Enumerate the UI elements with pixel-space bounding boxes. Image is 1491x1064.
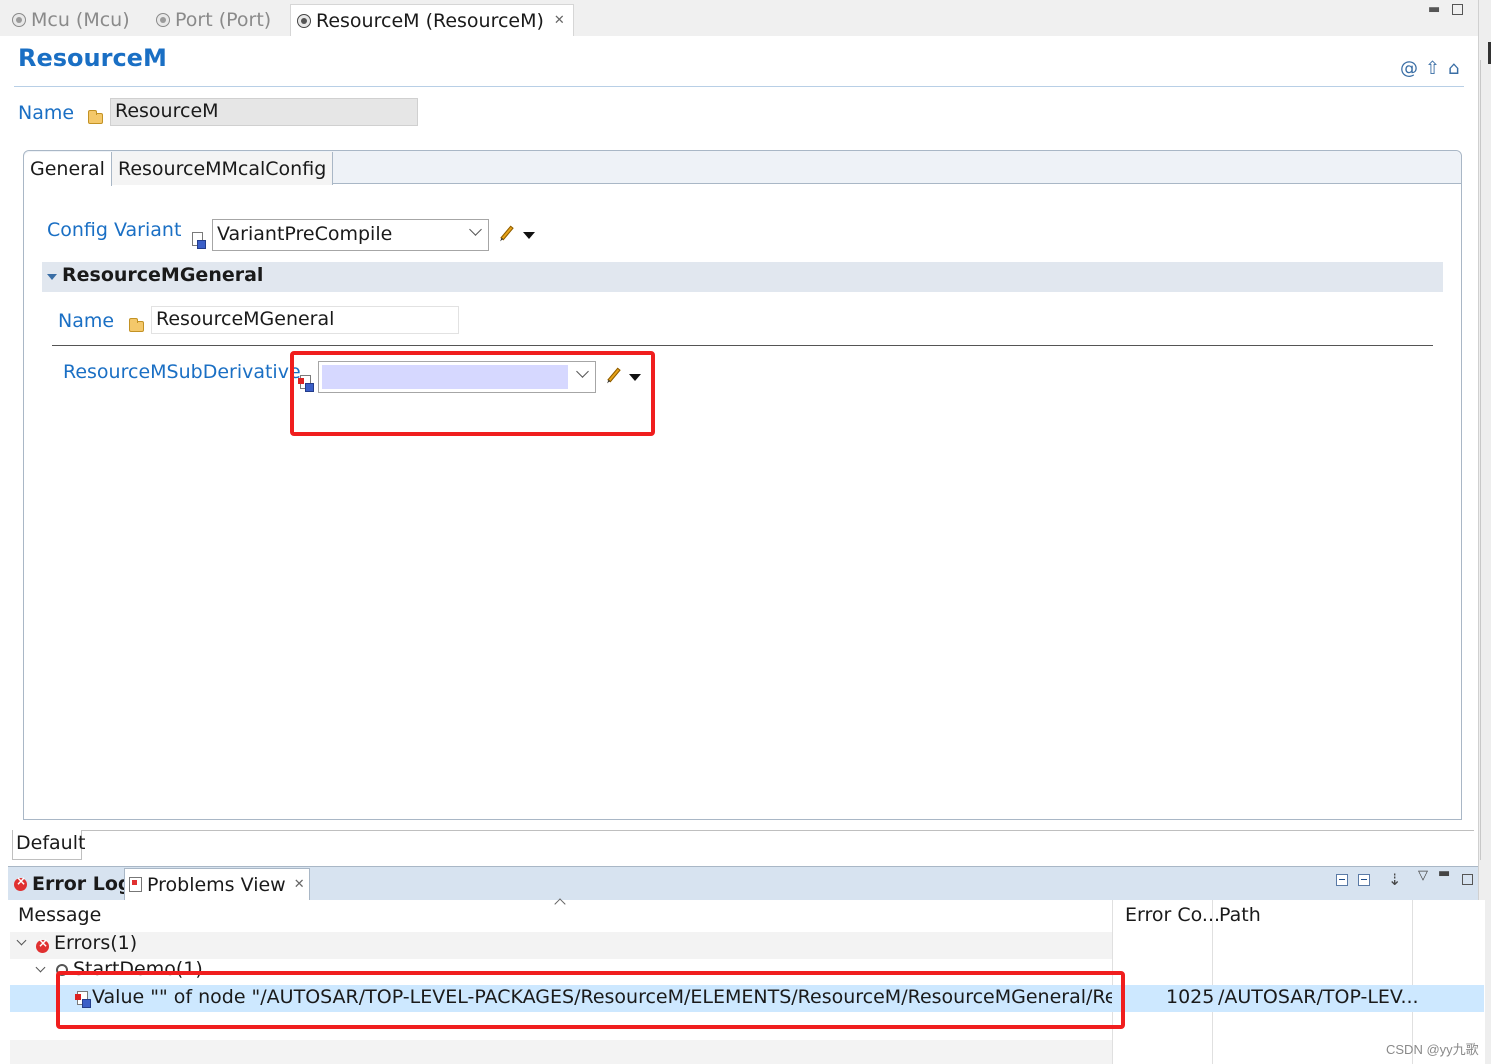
editor-tab-label: Mcu (Mcu)	[31, 9, 130, 31]
editor-tab-mcu[interactable]: Mcu (Mcu)	[12, 4, 130, 36]
config-module-icon	[297, 13, 311, 28]
folder-icon	[129, 318, 144, 332]
tree-item-errors[interactable]: Errors(1)	[54, 932, 137, 954]
view-menu-icon[interactable]: ⇣	[1388, 870, 1401, 889]
view-tab-problems[interactable]: Problems View ✕	[124, 868, 310, 900]
tab-resourcemmcalconfig[interactable]: ResourceMMcalConfig	[112, 152, 334, 185]
config-variant-value: VariantPreCompile	[217, 223, 393, 245]
dropdown-arrow-icon[interactable]	[523, 232, 535, 239]
home-icon[interactable]: ⌂	[1448, 58, 1459, 79]
page-tab-default[interactable]: Default	[12, 830, 85, 860]
maximize-icon[interactable]	[1452, 4, 1463, 15]
editor-tab-resourcem[interactable]: ResourceM (ResourceM) ✕	[290, 4, 574, 36]
editor-tab-port[interactable]: Port (Port)	[156, 4, 271, 36]
minimize-icon[interactable]: ▬	[1428, 2, 1440, 17]
folder-icon	[88, 110, 103, 124]
error-code: 1025	[1166, 986, 1215, 1008]
section-title: ResourceMGeneral	[62, 264, 264, 286]
name-label: Name	[18, 102, 75, 124]
column-header-path[interactable]: Path	[1219, 904, 1261, 926]
page-tab-divider	[82, 830, 1474, 831]
minimize-icon[interactable]: ▬	[1438, 866, 1450, 881]
error-icon	[36, 936, 49, 953]
subderivative-label: ResourceMSubDerivative	[63, 361, 301, 383]
table-row-stripe	[10, 1040, 1112, 1064]
parameter-icon	[192, 232, 206, 249]
view-tab-label: Error Log	[32, 873, 132, 895]
at-sign-icon[interactable]: @	[1400, 58, 1418, 79]
close-icon[interactable]: ✕	[294, 877, 305, 892]
view-tab-error-log[interactable]: Error Log	[10, 868, 136, 900]
chevron-down-icon[interactable]: ▽	[1418, 868, 1428, 883]
header-divider	[14, 86, 1464, 87]
highlight-box	[56, 971, 1125, 1029]
collapse-triangle-icon[interactable]	[47, 274, 57, 280]
section-name-field[interactable]: ResourceMGeneral	[151, 306, 459, 334]
expand-all-icon[interactable]	[1336, 874, 1348, 886]
table-row-stripe	[10, 932, 1112, 959]
config-variant-combo[interactable]: VariantPreCompile	[212, 219, 489, 251]
name-field[interactable]: ResourceM	[110, 98, 418, 126]
section-divider	[52, 345, 1433, 346]
watermark: CSDN @yy九歌	[1386, 1042, 1479, 1057]
maximize-icon[interactable]	[1462, 874, 1473, 885]
arrow-up-icon[interactable]: ⇧	[1425, 58, 1440, 79]
gutter-line	[1480, 60, 1490, 860]
editor-tab-label: ResourceM (ResourceM)	[316, 9, 544, 32]
column-separator[interactable]	[1212, 900, 1213, 1064]
chevron-down-icon	[469, 223, 482, 236]
column-header-message[interactable]: Message	[18, 904, 101, 926]
form-title: ResourceM	[18, 44, 167, 72]
error-log-icon	[14, 874, 27, 891]
editor-tab-label: Port (Port)	[175, 9, 272, 31]
collapse-all-icon[interactable]	[1358, 874, 1370, 886]
problems-icon	[129, 877, 142, 892]
tab-general[interactable]: General	[24, 152, 112, 186]
config-module-icon	[156, 13, 170, 27]
highlight-box	[290, 351, 655, 436]
section-name-label: Name	[58, 310, 115, 332]
close-icon[interactable]: ✕	[554, 13, 565, 28]
column-header-error-code[interactable]: Error Co...	[1125, 904, 1220, 926]
config-variant-label: Config Variant	[47, 219, 182, 241]
view-tab-label: Problems View	[147, 873, 286, 896]
config-module-icon	[12, 13, 26, 27]
error-path: /AUTOSAR/TOP-LEV...	[1218, 986, 1419, 1008]
